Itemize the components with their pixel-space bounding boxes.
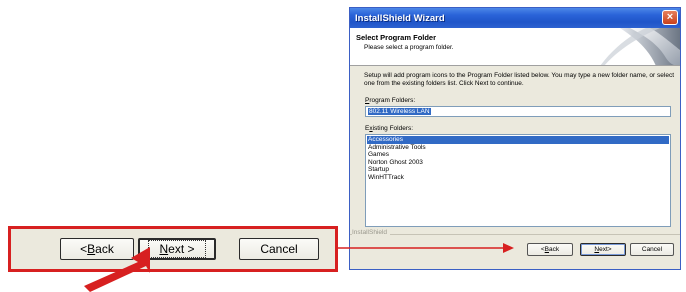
folder-list-item[interactable]: WinHTTrack — [367, 174, 669, 182]
existing-folders-list[interactable]: Accessories Administrative Tools Games N… — [365, 134, 671, 227]
zoomed-cancel-button[interactable]: Cancel — [239, 238, 319, 260]
zoomed-next-button[interactable]: Next > — [138, 238, 216, 260]
cancel-button[interactable]: Cancel — [630, 243, 674, 256]
back-rest: ack — [549, 246, 560, 253]
separator-line — [350, 234, 680, 235]
installshield-swoosh-graphic — [600, 28, 680, 65]
installshield-wizard-window: InstallShield Wizard × Select Program Fo… — [349, 7, 681, 270]
program-folders-label: Program Folders: — [365, 97, 415, 104]
zoomed-button-bar-callout: < Back Next > Cancel — [8, 226, 338, 272]
wizard-header-banner: Select Program Folder Please select a pr… — [350, 28, 680, 66]
program-folder-input[interactable]: 802.11 Wireless LAN — [365, 106, 671, 117]
next-rest: ext — [599, 246, 608, 253]
folder-list-item[interactable]: Accessories — [367, 136, 669, 144]
folder-list-item[interactable]: Startup — [367, 166, 669, 174]
zoomed-back-rest: ack — [95, 242, 114, 256]
zoomed-back-mnemonic: B — [87, 242, 96, 256]
zoomed-back-prefix: < — [80, 242, 88, 256]
zoomed-next-suffix: > — [184, 242, 195, 256]
step-subtitle: Please select a program folder. — [364, 44, 454, 51]
folder-list-item[interactable]: Games — [367, 151, 669, 159]
folder-list-item[interactable]: Norton Ghost 2003 — [367, 159, 669, 167]
title-bar[interactable]: InstallShield Wizard × — [350, 8, 680, 28]
program-folders-label-rest: rogram Folders: — [369, 97, 416, 104]
close-icon[interactable]: × — [662, 10, 678, 25]
zoomed-back-button[interactable]: < Back — [60, 238, 134, 260]
zoomed-next-rest: ext — [168, 242, 185, 256]
zoomed-next-focus-rect: Next > — [148, 240, 206, 258]
zoomed-next-mnemonic: N — [159, 242, 169, 256]
next-button[interactable]: Next > — [580, 243, 626, 256]
existing-folders-label-rest: isting Folders: — [372, 125, 414, 132]
program-folder-value: 802.11 Wireless LAN — [368, 108, 431, 115]
installshield-brand-label: InstallShield — [352, 229, 391, 236]
instructions-text: Setup will add program icons to the Prog… — [364, 72, 674, 87]
step-title: Select Program Folder — [356, 33, 437, 42]
window-title: InstallShield Wizard — [355, 12, 445, 24]
back-button[interactable]: < Back — [527, 243, 573, 256]
folder-list-item[interactable]: Administrative Tools — [367, 144, 669, 152]
existing-folders-label: Existing Folders: — [365, 125, 413, 132]
next-suffix: > — [607, 246, 612, 253]
